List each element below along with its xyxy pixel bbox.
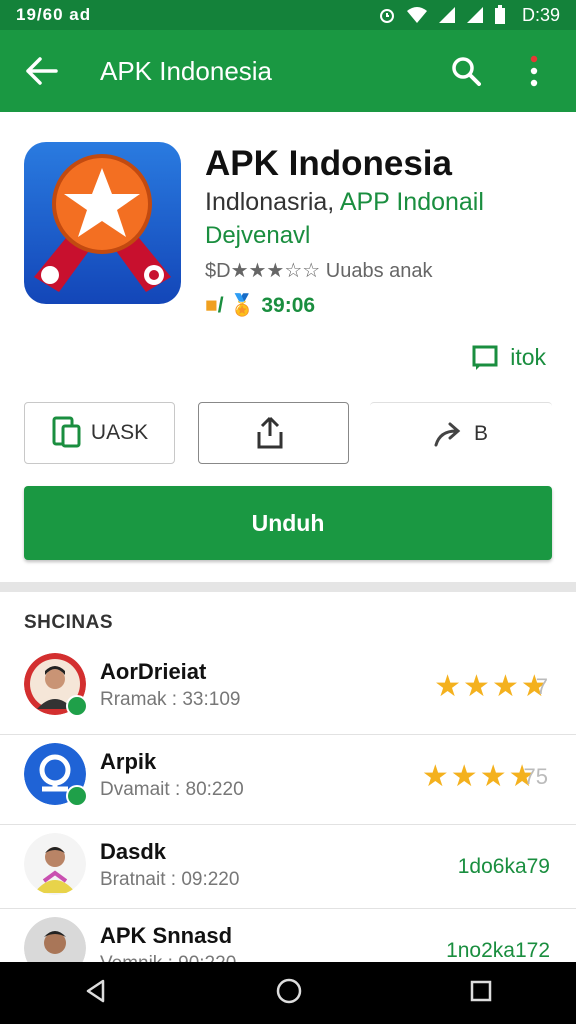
forward-label: B (473, 421, 488, 445)
list-item-score: 75 (523, 763, 548, 789)
developer-sub: Dejvenavl (205, 222, 311, 249)
wishlist-button[interactable]: itok (472, 344, 546, 371)
avatar (24, 833, 86, 895)
rating-stars: ★ ★ ★ ★ 7 (434, 669, 548, 704)
verified-badge-icon (66, 695, 88, 717)
app-title: APK Indonesia (205, 144, 452, 183)
arrow-left-icon (26, 57, 58, 85)
list-item-meta: Rramak : 33:109 (100, 689, 241, 710)
list-item-score: 7 (535, 673, 548, 699)
share-button[interactable] (198, 402, 349, 464)
page-title: APK Indonesia (100, 55, 273, 86)
price-text: / 🏅 39:06 (217, 294, 316, 317)
nav-back-button[interactable] (83, 978, 109, 1009)
rating-line: $D★★★☆☆ Uuabs anak (205, 260, 433, 282)
list-item-meta: Bratnait : 09:220 (100, 869, 240, 890)
comment-icon (472, 345, 498, 370)
navigation-bar (0, 962, 576, 1024)
list-item[interactable]: Arpik Dvamait : 80:220 ★ ★ ★ ★ 75 (0, 735, 576, 825)
signal-icon-2 (466, 7, 483, 23)
circle-home-icon (276, 978, 302, 1003)
list-item[interactable]: Dasdk Bratnait : 09:220 1do6ka79 (0, 825, 576, 909)
signal-icon (438, 7, 455, 23)
list-item-right-text: 1no2ka172 (446, 939, 550, 962)
battery-icon (494, 5, 505, 24)
alarm-icon (379, 9, 394, 23)
section-divider (0, 582, 576, 592)
section-title: SHCINAS (24, 612, 114, 633)
list-item-right-text: 1do6ka79 (457, 855, 550, 878)
developer-name[interactable]: Indlonasria, APP Indonail (205, 188, 484, 217)
wifi-icon (406, 7, 427, 23)
forward-arrow-icon (434, 422, 461, 446)
star-icon: ★ (450, 760, 478, 793)
more-vert-icon (530, 55, 538, 87)
action-row: UASK B (24, 402, 552, 466)
nav-recents-button[interactable] (469, 979, 493, 1008)
search-icon (452, 57, 481, 86)
square-recents-icon (470, 980, 492, 1001)
more-options-button[interactable] (512, 49, 556, 93)
app-bar: APK Indonesia (0, 30, 576, 112)
nav-home-button[interactable] (275, 977, 303, 1010)
install-button[interactable]: Unduh (24, 486, 552, 560)
share-icon (257, 416, 282, 449)
status-time: D:39 (521, 4, 560, 25)
price-line: ■/ 🏅 39:06 (205, 294, 315, 318)
star-icon: ★ (434, 670, 462, 703)
star-icon: ★ (491, 670, 519, 703)
developer-accent: APP Indonail (339, 188, 484, 216)
star-icon: ★ (421, 760, 449, 793)
action-button-1[interactable]: UASK (24, 402, 175, 464)
rating-stars: ★ ★ ★ ★ 75 (422, 759, 548, 794)
tag-icon: ■ (205, 294, 218, 317)
app-detail-card: APK Indonesia Indlonasria, APP Indonail … (0, 112, 576, 582)
list-item-name: Arpik (100, 749, 157, 774)
forward-button[interactable]: B (370, 402, 552, 464)
list-item-name: APK Snnasd (100, 923, 233, 948)
back-button[interactable] (20, 49, 64, 93)
list-item-meta: Dvamait : 80:220 (100, 779, 244, 800)
wishlist-label: itok (510, 344, 546, 370)
status-icons: D:39 (378, 5, 560, 26)
status-left-text: 19/60 ad (16, 5, 92, 24)
list-item[interactable]: APK Snnasd Vemnik : 90:220 1no2ka172 (0, 909, 576, 979)
triangle-back-icon (86, 979, 105, 1002)
app-icon (24, 142, 181, 304)
device-icon (52, 416, 81, 448)
list-item-name: AorDrieiat (100, 659, 207, 684)
status-bar: 19/60 ad D:39 (0, 0, 576, 30)
list-item-name: Dasdk (100, 839, 167, 864)
list-item[interactable]: AorDrieiat Rramak : 33:109 ★ ★ ★ ★ 7 (0, 645, 576, 735)
search-button[interactable] (444, 49, 488, 93)
action-button-1-label: UASK (90, 421, 149, 444)
star-icon: ★ (479, 760, 507, 793)
star-icon: ★ (463, 670, 490, 703)
verified-badge-icon (66, 785, 88, 807)
developer-prefix: Indlonasria, (205, 188, 340, 216)
